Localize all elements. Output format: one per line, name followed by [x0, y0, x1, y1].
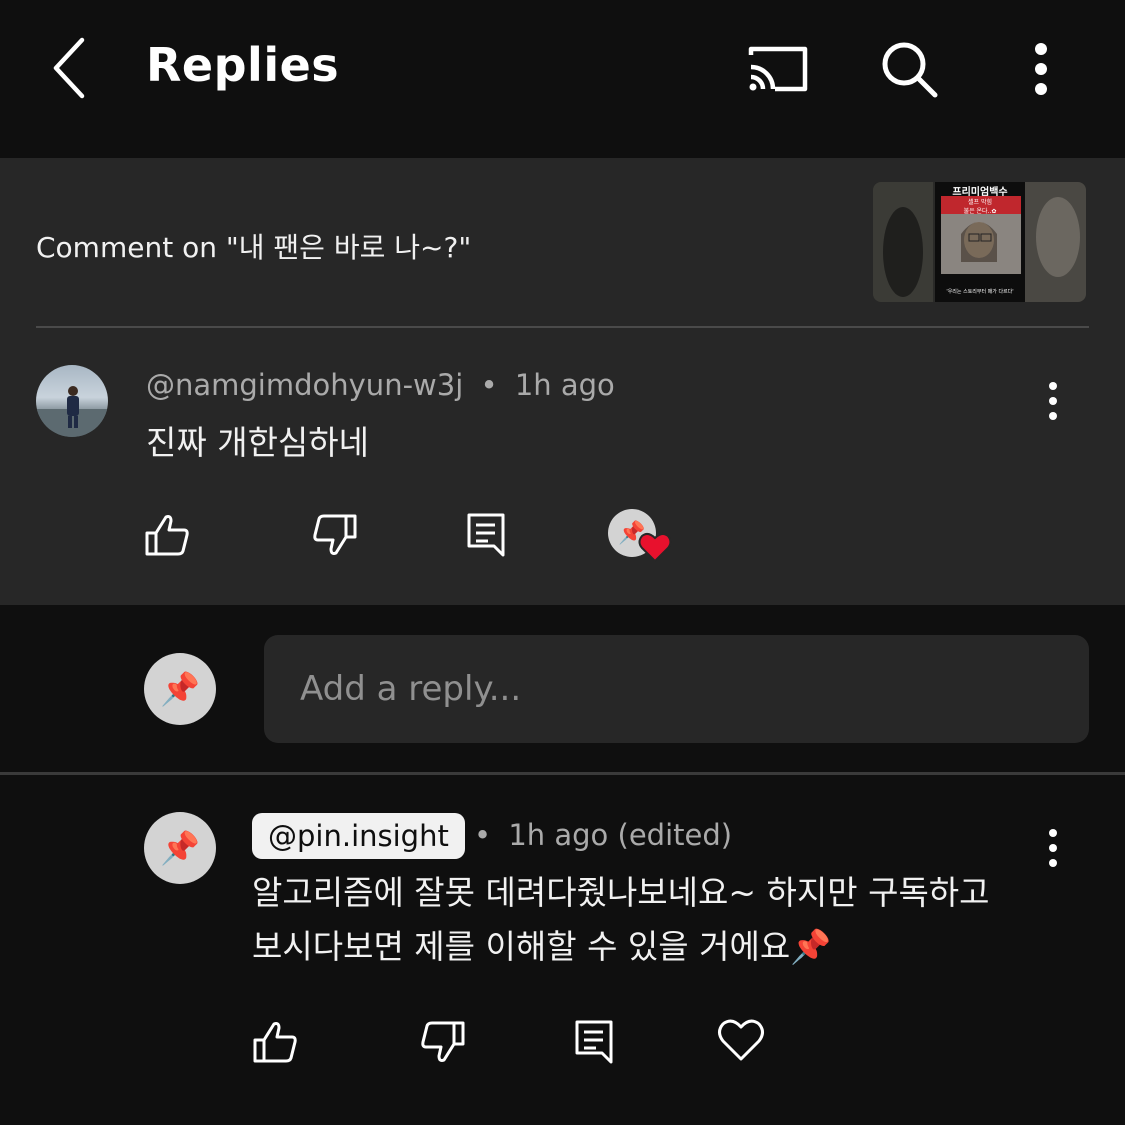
pushpin-icon: 📌	[160, 829, 200, 867]
comment-author-line: @namgimdohyun-w3j • 1h ago	[146, 368, 615, 402]
comment-on-label: Comment on "내 팬은 바로 나~?"	[36, 231, 472, 264]
pushpin-icon: 📌	[160, 670, 200, 708]
thumbnail-title: 프리미엄백수	[952, 187, 1008, 198]
cast-icon	[748, 46, 808, 92]
divider	[0, 772, 1125, 775]
current-user-avatar: 📌	[144, 653, 216, 725]
thumbs-down-icon	[421, 1021, 465, 1062]
cast-button[interactable]	[742, 36, 812, 102]
heart-button[interactable]	[711, 1010, 771, 1070]
more-options-button[interactable]	[1006, 36, 1076, 102]
heart-outline-icon	[718, 1019, 764, 1061]
back-button[interactable]	[40, 30, 100, 106]
comment-meta: • 1h ago (edited)	[474, 818, 732, 852]
avatar-image	[36, 386, 108, 437]
thumbnail-sub1: 셀프 막힘	[968, 199, 992, 206]
video-thumbnail[interactable]: 프리미엄백수 셀프 막힘 불은 온다..✿ '우리는 스토리부터 매가 다르다'	[873, 182, 1086, 302]
comment-text: 진짜 개한심하네	[146, 423, 370, 462]
avatar[interactable]	[36, 365, 108, 437]
comment-time: 1h ago	[514, 368, 615, 402]
dislike-button[interactable]	[413, 1012, 473, 1072]
like-button[interactable]	[245, 1012, 305, 1072]
creator-author-chip[interactable]: @pin.insight	[252, 813, 465, 859]
heart-icon	[638, 532, 672, 563]
thumbs-up-icon	[253, 1022, 297, 1063]
reply-button[interactable]	[564, 1012, 624, 1072]
reply-button[interactable]	[456, 505, 516, 565]
thumbs-up-icon	[145, 515, 189, 556]
thumbnail-caption: '우리는 스토리부터 매가 다르다'	[946, 289, 1014, 295]
separator-dot: •	[480, 368, 498, 402]
reply-input[interactable]	[264, 635, 1089, 743]
comment-more-button[interactable]	[1033, 371, 1073, 431]
more-vertical-icon	[1049, 382, 1057, 420]
back-arrow-icon	[53, 37, 85, 99]
avatar[interactable]: 📌	[144, 812, 216, 884]
separator-dot: •	[474, 818, 492, 852]
creator-heart-badge: 📌	[608, 509, 674, 567]
comment-more-button[interactable]	[1033, 818, 1073, 878]
page-title: Replies	[146, 38, 340, 92]
like-button[interactable]	[137, 505, 197, 565]
comment-time: 1h ago (edited)	[508, 818, 733, 852]
thumbs-down-icon	[313, 514, 357, 555]
comment-text: 알고리즘에 잘못 데려다줬나보네요~ 하지만 구독하고 보시다보면 제를 이해할…	[252, 873, 990, 966]
divider	[36, 326, 1089, 328]
search-icon	[882, 42, 938, 98]
comment-author[interactable]: @namgimdohyun-w3j	[146, 368, 463, 402]
thumbnail-sub2: 불은 온다..✿	[963, 208, 997, 215]
search-button[interactable]	[874, 36, 944, 102]
dislike-button[interactable]	[305, 505, 365, 565]
comment-icon	[467, 513, 505, 557]
more-vertical-icon	[1049, 829, 1057, 867]
more-vertical-icon	[1035, 43, 1047, 95]
comment-icon	[575, 1020, 613, 1064]
